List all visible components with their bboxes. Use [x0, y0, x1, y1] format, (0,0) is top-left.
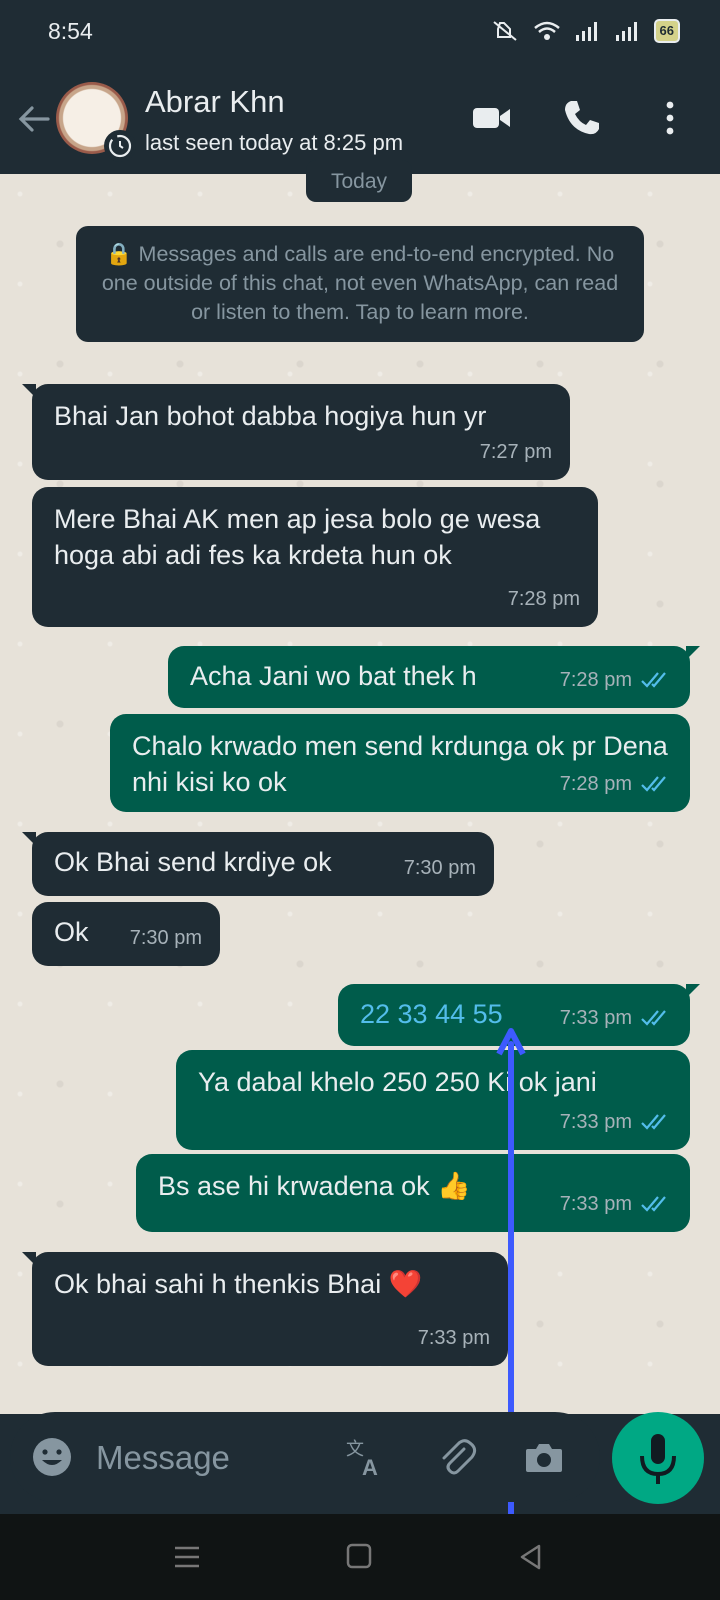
mic-button[interactable] [612, 1412, 704, 1504]
message-meta: 7:28 pm [560, 662, 672, 698]
message-meta: 7:28 pm [508, 581, 580, 617]
status-icons: 66 [490, 18, 680, 44]
message-input[interactable] [94, 1432, 318, 1484]
message-text: Bs ase hi krwadena ok 👍 [158, 1171, 471, 1201]
signal-icon [615, 22, 637, 41]
mic-icon [640, 1434, 676, 1484]
translate-icon[interactable]: 文 A [344, 1435, 388, 1479]
message-time: 7:28 pm [507, 588, 580, 610]
message-time: 7:33 pm [559, 1193, 632, 1215]
chat-area[interactable]: Today 🔒 Messages and calls are end-to-en… [0, 160, 720, 1577]
message-meta: 7:30 pm [130, 920, 202, 956]
message-incoming[interactable]: Ok bhai sahi h thenkis Bhai ❤️ 7:33 pm [22, 1252, 508, 1366]
message-text: Ok Bhai send krdiye ok [54, 847, 332, 877]
message-incoming[interactable]: Bhai Jan bohot dabba hogiya hun yr 7:27 … [22, 384, 570, 480]
status-bar: 8:54 66 [0, 0, 720, 62]
call-icon[interactable] [560, 96, 604, 140]
message-meta: 7:33 pm [560, 1104, 672, 1140]
date-chip: Today [306, 160, 412, 202]
last-seen-status: last seen today at 8:25 pm [145, 130, 404, 155]
message-text: Mere Bhai AK men ap jesa bolo ge wesa ho… [54, 504, 541, 570]
message-meta: 7:28 pm [560, 766, 672, 802]
message-meta: 7:30 pm [404, 850, 476, 886]
contact-name[interactable]: Abrar Khn [145, 84, 285, 120]
message-meta: 7:33 pm [560, 1000, 672, 1036]
message-incoming[interactable]: Mere Bhai AK men ap jesa bolo ge wesa ho… [32, 487, 598, 627]
read-receipt-icon [641, 1196, 666, 1212]
svg-text:A: A [362, 1455, 378, 1479]
message-time: 7:28 pm [559, 669, 632, 691]
message-composer: 文 A [10, 1412, 600, 1502]
mute-icon [492, 21, 517, 41]
read-receipt-icon [641, 672, 666, 688]
message-text: Ok [54, 917, 89, 947]
more-icon[interactable] [648, 96, 692, 140]
back-nav-icon[interactable] [514, 1542, 548, 1572]
message-text: Bhai Jan bohot dabba hogiya hun yr [54, 401, 487, 431]
message-meta: 7:33 pm [560, 1186, 672, 1222]
message-outgoing[interactable]: Ya dabal khelo 250 250 Ki ok jani 7:33 p… [176, 1050, 690, 1150]
attach-icon[interactable] [434, 1435, 478, 1479]
disappearing-timer-icon [104, 130, 136, 162]
message-time: 7:28 pm [559, 773, 632, 795]
wifi-icon [533, 21, 560, 40]
message-text: Acha Jani wo bat thek h [190, 661, 477, 691]
battery-indicator: 66 [653, 19, 680, 43]
message-time: 7:30 pm [129, 927, 202, 949]
message-time: 7:30 pm [403, 857, 476, 879]
back-arrow-icon[interactable] [14, 100, 52, 138]
message-text: Ok bhai sahi h thenkis Bhai ❤️ [54, 1269, 423, 1299]
home-icon[interactable] [342, 1542, 376, 1572]
message-outgoing[interactable]: Chalo krwado men send krdunga ok pr Dena… [110, 714, 690, 812]
video-call-icon[interactable] [470, 96, 514, 140]
read-receipt-icon [641, 1010, 666, 1026]
message-outgoing[interactable]: Bs ase hi krwadena ok 👍 7:33 pm [136, 1154, 690, 1232]
message-outgoing[interactable]: Acha Jani wo bat thek h 7:28 pm [168, 646, 700, 708]
message-time: 7:33 pm [559, 1007, 632, 1029]
annotation-arrow [496, 1028, 526, 1577]
message-meta: 7:27 pm [480, 434, 552, 470]
read-receipt-icon [641, 776, 666, 792]
message-time: 7:33 pm [559, 1111, 632, 1133]
emoji-icon[interactable] [30, 1435, 74, 1479]
encryption-notice[interactable]: 🔒 Messages and calls are end-to-end encr… [76, 226, 644, 342]
message-time: 7:33 pm [417, 1327, 490, 1349]
message-text[interactable]: 22 33 44 55 [360, 999, 503, 1029]
message-incoming[interactable]: Ok Bhai send krdiye ok 7:30 pm [22, 832, 494, 896]
recent-apps-icon[interactable] [170, 1542, 204, 1572]
message-time: 7:27 pm [479, 441, 552, 463]
message-text: Ya dabal khelo 250 250 Ki ok jani [198, 1067, 597, 1097]
status-time: 8:54 [48, 18, 93, 44]
camera-icon[interactable] [522, 1435, 566, 1479]
chat-header: Abrar Khn last seen today at 8:25 pm [0, 62, 720, 174]
signal-icon [575, 22, 597, 41]
read-receipt-icon [641, 1114, 666, 1130]
system-navigation-bar [0, 1514, 720, 1600]
message-meta: 7:33 pm [418, 1320, 490, 1356]
message-incoming[interactable]: Ok 7:30 pm [32, 902, 220, 966]
